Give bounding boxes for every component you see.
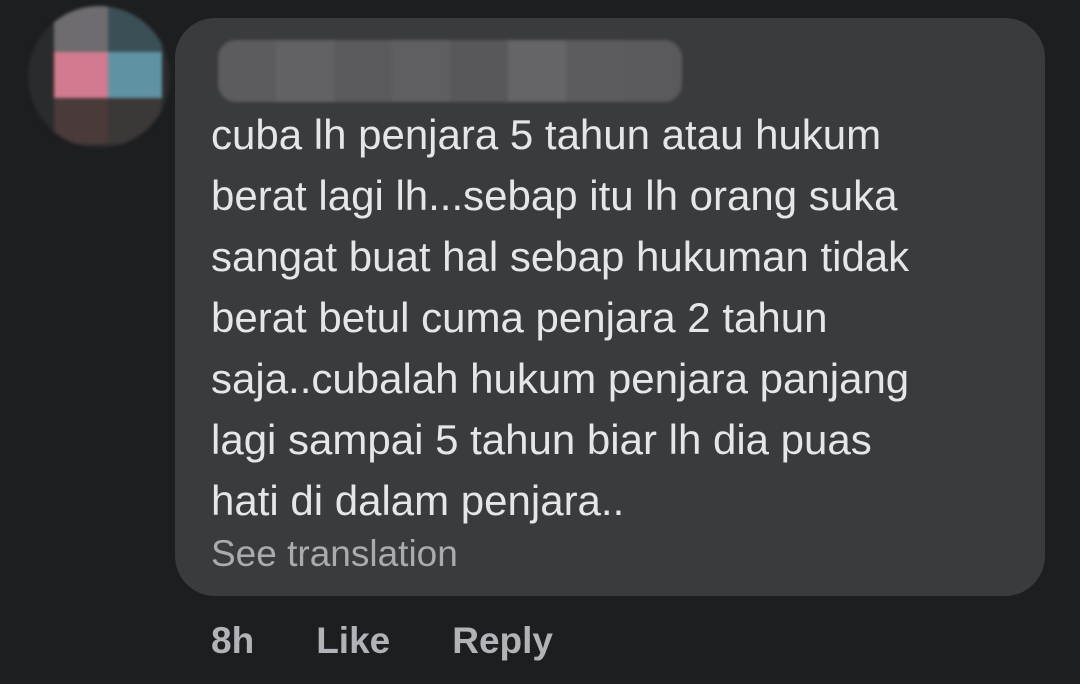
avatar-pixel bbox=[54, 98, 108, 144]
timestamp[interactable]: 8h bbox=[211, 620, 254, 662]
comment-line: cuba lh penjara 5 tahun atau hukum bbox=[211, 111, 882, 158]
avatar-pixel bbox=[108, 6, 162, 52]
like-button[interactable]: Like bbox=[316, 620, 390, 662]
avatar-pixel bbox=[54, 52, 108, 98]
avatar[interactable] bbox=[28, 6, 170, 148]
comment-actions: 8h Like Reply bbox=[211, 617, 553, 665]
comment-line: hati di dalam penjara.. bbox=[211, 477, 625, 524]
comment-line: sangat buat hal sebap hukuman tidak bbox=[211, 233, 910, 280]
avatar-pixel bbox=[54, 6, 108, 52]
avatar-pixel bbox=[108, 52, 162, 98]
comment-text: cuba lh penjara 5 tahun atau hukum berat … bbox=[211, 104, 1031, 531]
avatar-pixel bbox=[108, 98, 162, 144]
comment-line: saja..cubalah hukum penjara panjang bbox=[211, 355, 910, 402]
comment-line: lagi sampai 5 tahun biar lh dia puas bbox=[211, 416, 872, 463]
comment-line: berat betul cuma penjara 2 tahun bbox=[211, 294, 828, 341]
author-name-redacted[interactable] bbox=[218, 40, 682, 102]
see-translation-link[interactable]: See translation bbox=[211, 530, 458, 578]
reply-button[interactable]: Reply bbox=[452, 620, 553, 662]
comment-line: berat lagi lh...sebap itu lh orang suka bbox=[211, 172, 898, 219]
